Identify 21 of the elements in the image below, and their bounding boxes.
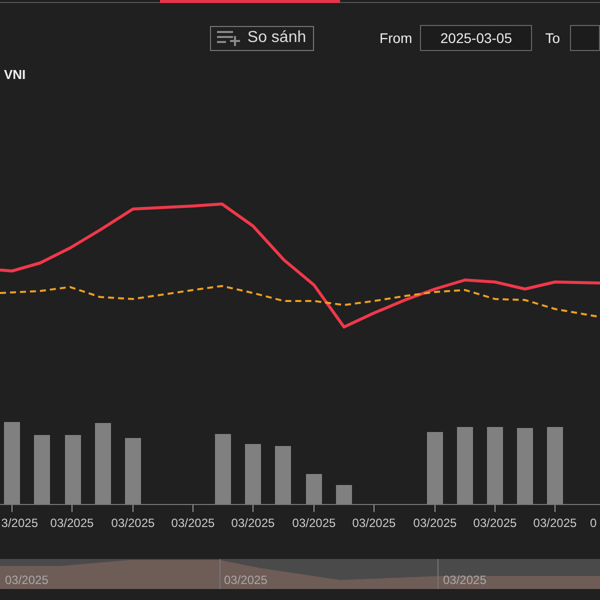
to-date-field[interactable] — [570, 25, 600, 51]
x-axis-label: 03/2025 — [292, 516, 336, 530]
navigator-label: 03/2025 — [224, 573, 268, 587]
x-axis-label: 03/2025 — [473, 516, 517, 530]
from-label: From — [380, 30, 412, 46]
x-axis-label: 03/2025 — [50, 516, 94, 530]
chart-title: VNI — [3, 67, 26, 83]
list-add-icon — [217, 29, 242, 47]
x-axis-label: 03/2025 — [413, 516, 457, 530]
compare-button[interactable]: So sánh — [210, 26, 314, 50]
x-axis-label: 03/2025 — [352, 516, 396, 530]
x-axis-label: 03/2025 — [111, 516, 155, 530]
x-axis-label: 03/2025 — [171, 516, 215, 530]
to-label: To — [545, 30, 560, 46]
from-date-field[interactable]: 2025-03-05 — [420, 25, 532, 51]
navigator-label: 03/2025 — [443, 573, 486, 587]
x-axis-label: 0 — [590, 516, 597, 530]
x-axis-label: 03/2025 — [231, 516, 275, 530]
x-axis-label: 03/2025 — [533, 516, 577, 530]
navigator-label: 03/2025 — [5, 573, 48, 587]
x-axis-label: 3/2025 — [1, 516, 38, 530]
